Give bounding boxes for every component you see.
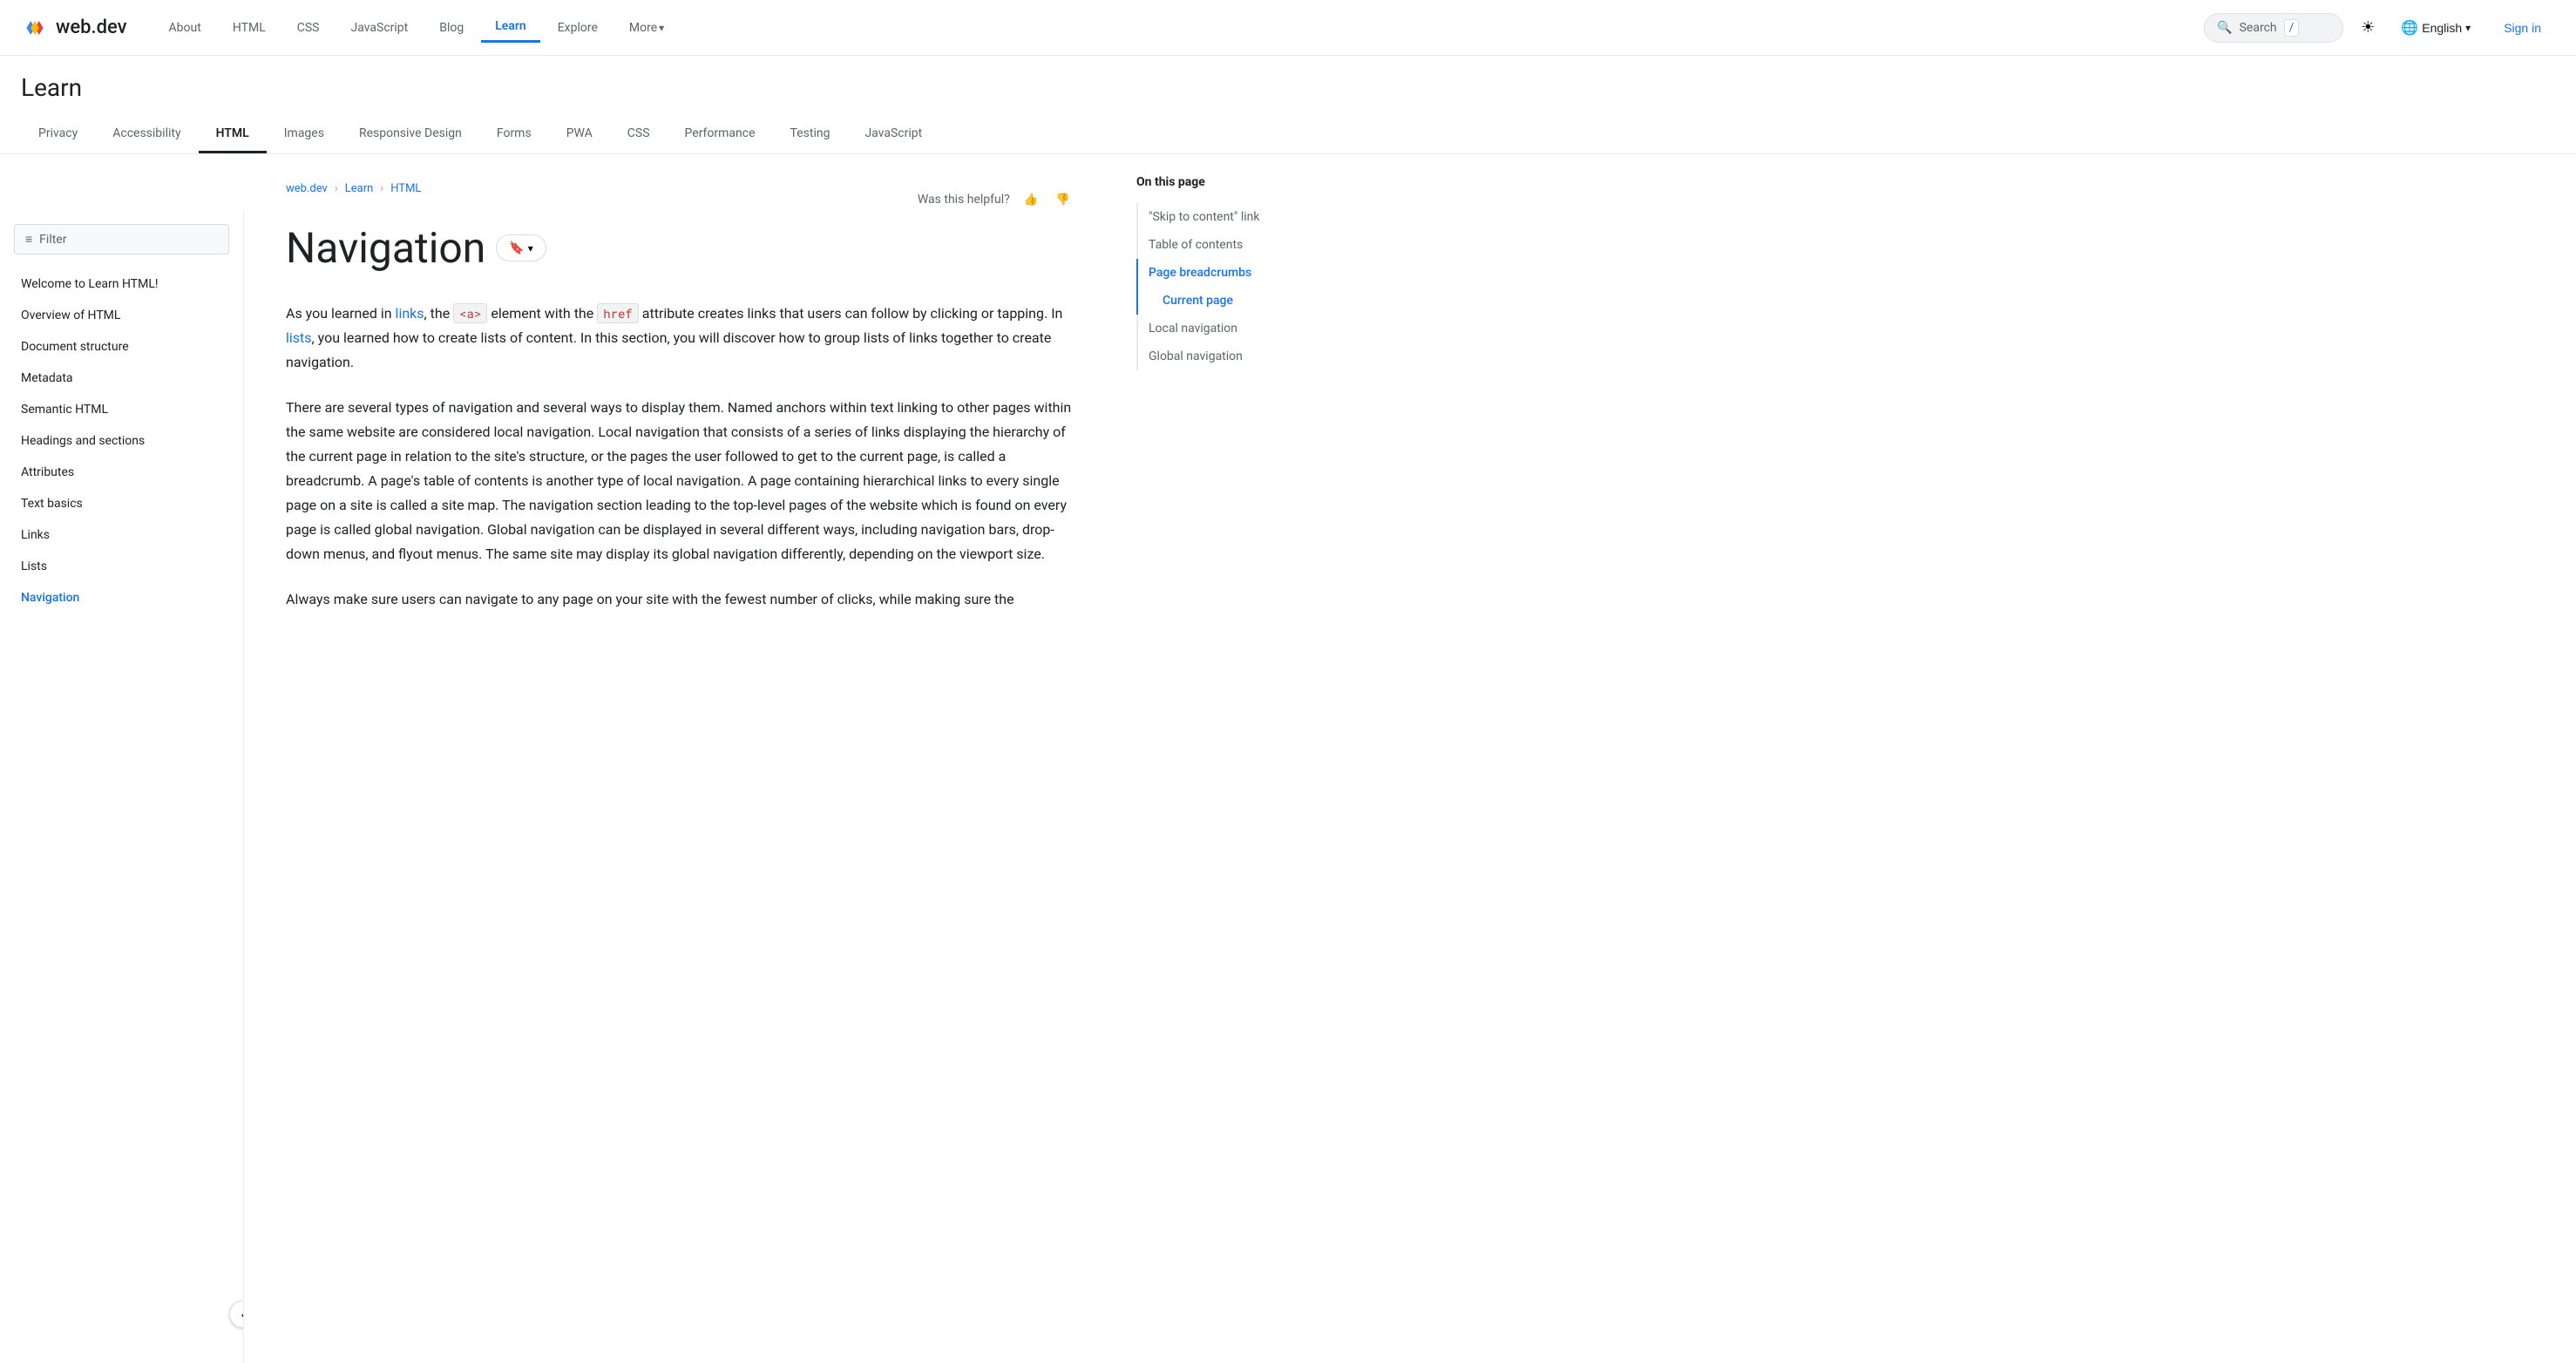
helpful-row: Was this helpful? 👍 👎 — [918, 189, 1074, 210]
nav-links: About HTML CSS JavaScript Blog Learn Exp… — [155, 12, 2205, 43]
breadcrumb-sep-2: › — [380, 182, 383, 195]
sidebar-item-welcome[interactable]: Welcome to Learn HTML! — [0, 268, 243, 300]
main-layout: ≡ Filter Welcome to Learn HTML! Overview… — [0, 154, 2576, 1307]
page-title: Navigation — [286, 223, 485, 274]
chevron-down-icon: ▾ — [659, 22, 664, 34]
nav-html[interactable]: HTML — [219, 14, 280, 42]
content-paragraph-1: As you learned in links, the <a> element… — [286, 302, 1074, 375]
thumbs-up-icon: 👍 — [1024, 193, 1039, 206]
tab-forms[interactable]: Forms — [479, 116, 549, 153]
toc-page-breadcrumbs[interactable]: Page breadcrumbs — [1136, 259, 1339, 287]
content-area: web.dev › Learn › HTML Was this helpful?… — [244, 154, 1115, 1307]
logo-link[interactable]: web.dev — [21, 14, 127, 42]
sidebar-item-links[interactable]: Links — [0, 519, 243, 551]
toc-local-navigation[interactable]: Local navigation — [1136, 315, 1339, 342]
sign-in-button[interactable]: Sign in — [2490, 16, 2555, 40]
sidebar-item-attributes[interactable]: Attributes — [0, 457, 243, 488]
left-sidebar: ≡ Filter Welcome to Learn HTML! Overview… — [0, 210, 244, 1363]
logo-text: web.dev — [56, 17, 127, 38]
nav-javascript[interactable]: JavaScript — [336, 14, 422, 42]
chevron-left-icon: ‹ — [241, 1308, 244, 1321]
tab-javascript[interactable]: JavaScript — [847, 116, 939, 153]
tab-performance[interactable]: Performance — [668, 116, 773, 153]
sidebar-item-semantic-html[interactable]: Semantic HTML — [0, 394, 243, 425]
tab-accessibility[interactable]: Accessibility — [95, 116, 198, 153]
sidebar-item-metadata[interactable]: Metadata — [0, 363, 243, 394]
toc-skip-to-content[interactable]: "Skip to content" link — [1136, 203, 1339, 231]
nav-explore[interactable]: Explore — [544, 14, 612, 42]
learn-header: Learn Privacy Accessibility HTML Images … — [0, 56, 2576, 154]
tab-css[interactable]: CSS — [610, 116, 668, 153]
search-label: Search — [2240, 21, 2277, 35]
helpful-label: Was this helpful? — [918, 193, 1010, 207]
language-label: English — [2422, 21, 2462, 35]
nav-right: 🔍 Search / ☀ 🌐 English ▾ Sign in — [2204, 11, 2555, 44]
content-paragraph-2: There are several types of navigation an… — [286, 396, 1074, 566]
bookmark-icon: 🔖 — [509, 241, 524, 255]
top-navigation: web.dev About HTML CSS JavaScript Blog L… — [0, 0, 2576, 56]
content-paragraph-3: Always make sure users can navigate to a… — [286, 587, 1074, 612]
sidebar-item-lists[interactable]: Lists — [0, 551, 243, 582]
nav-blog[interactable]: Blog — [425, 14, 478, 42]
nav-more[interactable]: More ▾ — [615, 14, 678, 42]
learn-tabs: Privacy Accessibility HTML Images Respon… — [21, 116, 2555, 153]
breadcrumb-html[interactable]: HTML — [390, 182, 421, 195]
nav-learn[interactable]: Learn — [481, 12, 539, 43]
filter-label: Filter — [39, 233, 66, 247]
search-box[interactable]: 🔍 Search / — [2204, 13, 2343, 43]
code-a-element: <a> — [453, 303, 487, 323]
sidebar-item-document-structure[interactable]: Document structure — [0, 331, 243, 363]
toc-global-navigation[interactable]: Global navigation — [1136, 342, 1339, 370]
tab-privacy[interactable]: Privacy — [21, 116, 95, 153]
search-shortcut: / — [2284, 19, 2300, 37]
sidebar-collapse-button[interactable]: ‹ — [229, 1300, 244, 1328]
page-title-row: Navigation 🔖 ▾ — [286, 223, 1074, 274]
toc-list: "Skip to content" link Table of contents… — [1136, 203, 1339, 370]
sidebar-item-overview[interactable]: Overview of HTML — [0, 300, 243, 331]
toc-current-page[interactable]: Current page — [1136, 287, 1339, 315]
bookmark-button[interactable]: 🔖 ▾ — [496, 234, 546, 261]
breadcrumb: web.dev › Learn › HTML — [286, 182, 421, 195]
thumbs-down-button[interactable]: 👎 — [1052, 189, 1074, 210]
right-sidebar: On this page "Skip to content" link Tabl… — [1115, 154, 1359, 1307]
learn-title: Learn — [21, 73, 2555, 102]
bookmark-chevron: ▾ — [528, 242, 533, 254]
sidebar-item-text-basics[interactable]: Text basics — [0, 488, 243, 519]
link-lists[interactable]: lists — [286, 329, 312, 346]
link-links[interactable]: links — [396, 305, 424, 322]
nav-css[interactable]: CSS — [283, 14, 334, 42]
tab-testing[interactable]: Testing — [773, 116, 848, 153]
nav-about[interactable]: About — [155, 14, 215, 42]
tab-images[interactable]: Images — [267, 116, 342, 153]
language-button[interactable]: 🌐 English ▾ — [2392, 14, 2479, 42]
sun-icon: ☀ — [2361, 18, 2375, 36]
thumbs-up-button[interactable]: 👍 — [1020, 189, 1042, 210]
code-href: href — [597, 303, 639, 323]
sidebar-item-navigation[interactable]: Navigation — [0, 582, 243, 614]
logo-icon — [21, 14, 49, 42]
theme-toggle-button[interactable]: ☀ — [2354, 11, 2382, 44]
toc-title: On this page — [1136, 175, 1339, 189]
sidebar-item-headings[interactable]: Headings and sections — [0, 425, 243, 457]
globe-icon: 🌐 — [2401, 19, 2418, 37]
search-icon: 🔍 — [2217, 21, 2232, 35]
breadcrumb-webdev[interactable]: web.dev — [286, 182, 328, 195]
thumbs-down-icon: 👎 — [1055, 193, 1070, 206]
filter-icon: ≡ — [25, 232, 32, 247]
chevron-down-icon: ▾ — [2465, 22, 2471, 34]
breadcrumb-learn[interactable]: Learn — [345, 182, 374, 195]
tab-pwa[interactable]: PWA — [549, 116, 610, 153]
filter-box[interactable]: ≡ Filter — [14, 224, 229, 254]
breadcrumb-sep-1: › — [335, 182, 338, 195]
tab-responsive-design[interactable]: Responsive Design — [342, 116, 479, 153]
toc-table-of-contents[interactable]: Table of contents — [1136, 231, 1339, 259]
tab-html[interactable]: HTML — [199, 116, 267, 153]
